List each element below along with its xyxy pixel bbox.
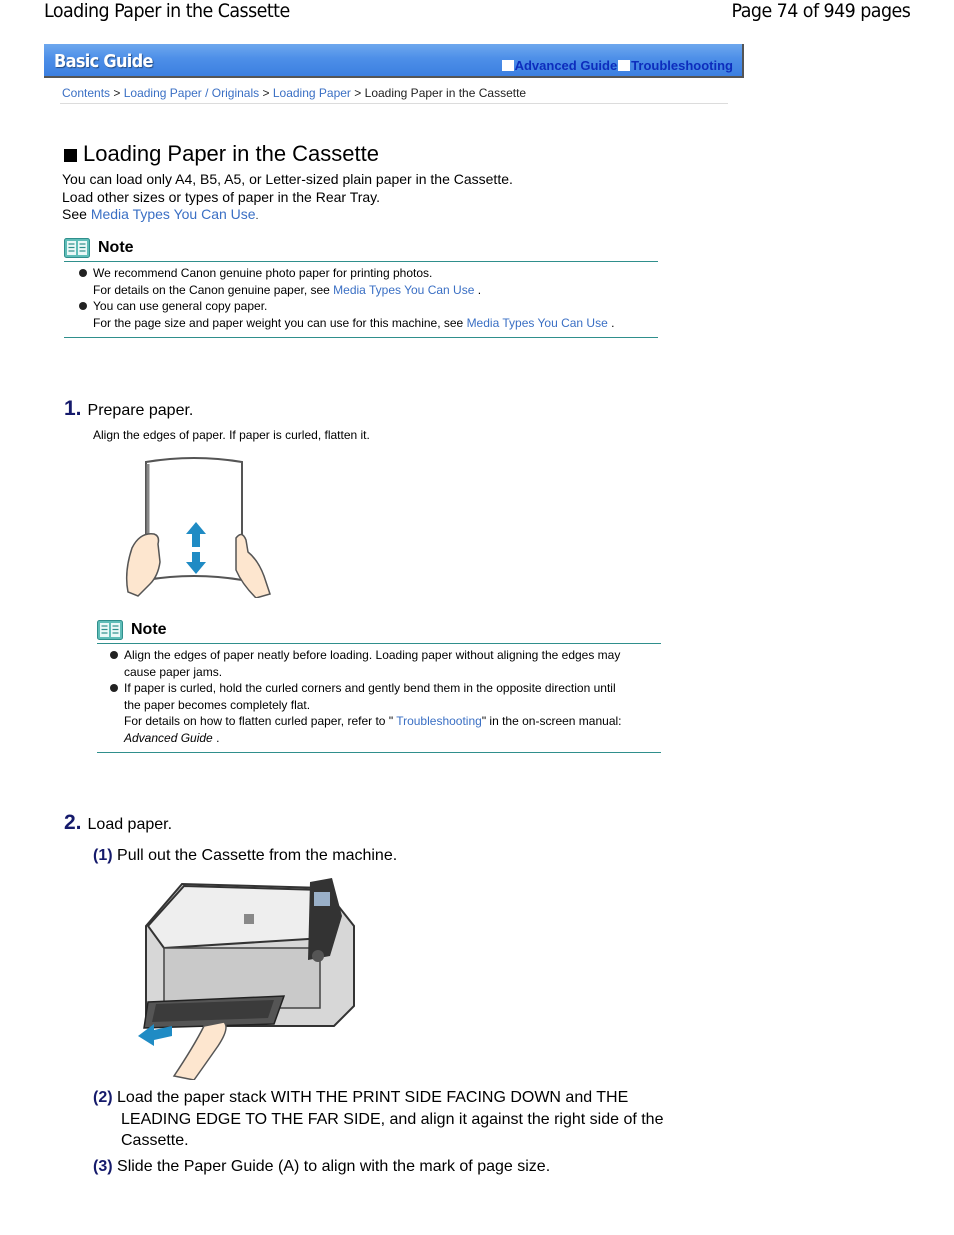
- step-1-description: Align the edges of paper. If paper is cu…: [93, 428, 370, 442]
- note-divider: [97, 643, 661, 644]
- breadcrumb-loading-paper-originals[interactable]: Loading Paper / Originals: [124, 86, 259, 100]
- substep-text: Cassette.: [121, 1132, 189, 1149]
- page-indicator: Page 74 of 949 pages: [731, 0, 910, 22]
- step-2-header: 2. Load paper.: [64, 811, 172, 835]
- square-icon: [618, 60, 631, 71]
- note-item: If paper is curled, hold the curled corn…: [108, 680, 661, 746]
- substep-number: (2): [93, 1089, 113, 1106]
- note-divider: [97, 752, 661, 753]
- note-item: You can use general copy paper. For the …: [77, 298, 658, 331]
- note-detail-prefix: For details on the Canon genuine paper, …: [93, 282, 334, 297]
- note-detail-suffix: .: [607, 315, 615, 330]
- substep-2: (2) Load the paper stack WITH THE PRINT …: [93, 1087, 713, 1152]
- note-item: Align the edges of paper neatly before l…: [108, 647, 661, 680]
- bullet-icon: [110, 651, 118, 659]
- note-item-detail: For details on how to flatten curled pap…: [122, 713, 661, 730]
- substep-number: (3): [93, 1158, 113, 1175]
- note-item-text: the paper becomes completely flat.: [124, 697, 311, 712]
- step-number: 1.: [64, 397, 82, 420]
- step-title: Load paper.: [87, 816, 173, 833]
- note-divider: [64, 337, 658, 338]
- bullet-icon: [110, 684, 118, 692]
- basic-guide-logo: Basic Guide: [54, 51, 153, 72]
- breadcrumb-separator: >: [354, 86, 362, 100]
- book-icon: [64, 238, 90, 258]
- note-heading: Note: [131, 621, 167, 638]
- substep-3: (3) Slide the Paper Guide (A) to align w…: [93, 1156, 550, 1178]
- substep-text: LEADING EDGE TO THE FAR SIDE, and align …: [121, 1110, 664, 1128]
- troubleshooting-link[interactable]: Troubleshooting: [631, 58, 733, 73]
- substep-text: Load the paper stack WITH THE PRINT SIDE…: [117, 1089, 629, 1106]
- see-suffix: .: [255, 211, 259, 222]
- page-title: Loading Paper in the Cassette: [64, 141, 379, 167]
- media-types-link[interactable]: Media Types You Can Use: [467, 316, 608, 330]
- advanced-guide-link[interactable]: Advanced Guide: [515, 58, 618, 73]
- document-title: Loading Paper in the Cassette: [44, 0, 290, 22]
- note-item-text: If paper is curled, hold the curled corn…: [124, 681, 616, 695]
- paper-illustration: [125, 457, 271, 598]
- note-detail-suffix: .: [474, 282, 482, 297]
- note-item-text: You can use general copy paper.: [93, 299, 268, 313]
- breadcrumb-loading-paper[interactable]: Loading Paper: [273, 86, 351, 100]
- note-item-detail: Advanced Guide .: [122, 730, 661, 747]
- media-types-link[interactable]: Media Types You Can Use: [91, 206, 256, 222]
- note-header: Note: [97, 620, 661, 640]
- troubleshooting-link[interactable]: Troubleshooting: [396, 714, 482, 728]
- note-detail-suffix: " in the on-screen manual:: [481, 714, 622, 728]
- substep-text: Slide the Paper Guide (A) to align with …: [117, 1158, 551, 1175]
- note-header: Note: [64, 238, 658, 258]
- square-icon: [501, 60, 514, 71]
- breadcrumb-divider: [60, 103, 728, 104]
- book-icon: [97, 620, 123, 640]
- note-detail-end: .: [212, 730, 220, 745]
- substep-number: (1): [93, 847, 113, 864]
- substep-text: Pull out the Cassette from the machine.: [117, 847, 398, 864]
- intro-text: You can load only A4, B5, A5, or Letter-…: [62, 171, 513, 226]
- step-1-header: 1. Prepare paper.: [64, 397, 193, 421]
- note-heading: Note: [98, 239, 134, 256]
- note-box: Note Align the edges of paper neatly bef…: [97, 620, 661, 753]
- page-title-text: Loading Paper in the Cassette: [83, 141, 379, 166]
- canon-logo-icon: [244, 914, 254, 924]
- step-number: 2.: [64, 811, 82, 834]
- square-bullet-icon: [64, 148, 77, 162]
- note-item-text: We recommend Canon genuine photo paper f…: [93, 266, 433, 280]
- note-list: Align the edges of paper neatly before l…: [97, 647, 661, 746]
- breadcrumb-separator: >: [113, 86, 121, 100]
- intro-line: Load other sizes or types of paper in th…: [62, 188, 381, 205]
- note-item-detail: For details on the Canon genuine paper, …: [91, 282, 658, 299]
- guide-navigation-bar: Basic Guide Advanced Guide Troubleshooti…: [44, 44, 744, 78]
- substep-1: (1) Pull out the Cassette from the machi…: [93, 845, 397, 867]
- advanced-guide-reference: Advanced Guide: [124, 730, 213, 745]
- breadcrumb: Contents > Loading Paper / Originals > L…: [62, 86, 526, 100]
- note-divider: [64, 261, 658, 262]
- intro-see-line: See Media Types You Can Use.: [62, 206, 513, 226]
- printer-illustration: [138, 878, 355, 1080]
- see-prefix: See: [62, 206, 91, 222]
- breadcrumb-contents[interactable]: Contents: [62, 86, 110, 100]
- bullet-icon: [79, 302, 87, 310]
- note-item-text: cause paper jams.: [124, 664, 223, 679]
- note-box: Note We recommend Canon genuine photo pa…: [64, 238, 658, 338]
- breadcrumb-current: Loading Paper in the Cassette: [364, 86, 527, 100]
- note-list: We recommend Canon genuine photo paper f…: [64, 265, 658, 331]
- note-item: We recommend Canon genuine photo paper f…: [77, 265, 658, 298]
- breadcrumb-separator: >: [262, 86, 270, 100]
- guide-links: Advanced Guide Troubleshooting: [501, 58, 734, 73]
- intro-line: You can load only A4, B5, A5, or Letter-…: [62, 171, 513, 187]
- note-item-text: Align the edges of paper neatly before l…: [124, 648, 621, 662]
- note-item-detail: For the page size and paper weight you c…: [91, 315, 658, 332]
- media-types-link[interactable]: Media Types You Can Use: [333, 283, 474, 297]
- note-detail-prefix: For details on how to flatten curled pap…: [124, 714, 397, 728]
- bullet-icon: [79, 269, 87, 277]
- note-detail-prefix: For the page size and paper weight you c…: [93, 315, 467, 330]
- step-title: Prepare paper.: [87, 402, 194, 419]
